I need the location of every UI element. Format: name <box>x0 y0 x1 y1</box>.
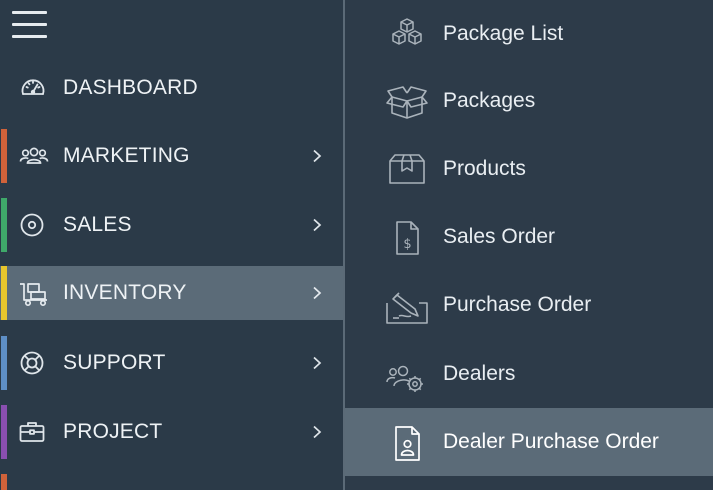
chevron-right-icon <box>310 149 324 163</box>
dolly-icon <box>19 279 47 307</box>
sidebar-item-label: DASHBOARD <box>63 76 198 99</box>
svg-text:$: $ <box>403 237 411 252</box>
boxes-icon <box>385 14 429 54</box>
sidebar-item-support[interactable]: SUPPORT <box>0 336 343 390</box>
submenu-item-label: Packages <box>443 89 536 112</box>
accent-bar <box>1 405 7 459</box>
submenu-item-purchase-order[interactable]: Purchase Order <box>345 271 713 339</box>
accent-bar <box>1 336 7 390</box>
submenu-item-label: Sales Order <box>443 225 556 248</box>
sidebar-item-label: SALES <box>63 213 132 236</box>
target-icon <box>19 211 47 239</box>
sidebar-item-dashboard[interactable]: DASHBOARD <box>0 61 343 115</box>
sidebar-item-inventory[interactable]: INVENTORY <box>0 266 343 320</box>
sidebar-item-label: INVENTORY <box>63 281 187 304</box>
submenu-item-packages[interactable]: Packages <box>345 67 713 135</box>
hamburger-line <box>12 23 47 26</box>
open-box-icon <box>385 81 429 121</box>
accent-bar <box>1 129 7 183</box>
hamburger-line <box>12 35 47 38</box>
submenu-item-products[interactable]: Products <box>345 135 713 203</box>
chevron-right-icon <box>310 218 324 232</box>
chevron-right-icon <box>310 286 324 300</box>
submenu-item-sales-order[interactable]: $ Sales Order <box>345 203 713 271</box>
submenu-item-label: Dealer Purchase Order <box>443 430 659 453</box>
submenu-item-label: Package List <box>443 22 564 45</box>
sidebar-item-marketing[interactable]: MARKETING <box>0 129 343 183</box>
sidebar-item-project[interactable]: PROJECT <box>0 405 343 459</box>
signature-icon <box>385 285 429 325</box>
sidebar-item-label: SUPPORT <box>63 351 166 374</box>
chevron-right-icon <box>310 425 324 439</box>
submenu-item-label: Purchase Order <box>443 293 592 316</box>
sidebar-item-sales[interactable]: SALES <box>0 198 343 252</box>
accent-bar-partial <box>1 474 7 490</box>
submenu-item-dealers[interactable]: Dealers <box>345 340 713 408</box>
users-gear-icon <box>385 354 429 394</box>
box-icon <box>385 149 429 189</box>
lifebuoy-icon <box>19 349 47 377</box>
invoice-icon: $ <box>385 217 429 257</box>
sidebar-item-label: MARKETING <box>63 144 190 167</box>
chevron-right-icon <box>310 356 324 370</box>
accent-bar <box>1 198 7 252</box>
submenu-item-package-list[interactable]: Package List <box>345 0 713 68</box>
user-document-icon <box>385 422 429 462</box>
accent-bar <box>1 266 7 320</box>
submenu-item-label: Products <box>443 157 526 180</box>
submenu-item-dealer-purchase-order[interactable]: Dealer Purchase Order <box>345 408 713 476</box>
hamburger-line <box>12 11 47 14</box>
submenu-item-label: Dealers <box>443 362 516 385</box>
users-icon <box>19 142 49 170</box>
speedometer-icon <box>19 74 47 102</box>
menu-toggle-button[interactable] <box>12 10 48 40</box>
briefcase-icon <box>19 418 47 446</box>
sidebar-item-label: PROJECT <box>63 420 163 443</box>
